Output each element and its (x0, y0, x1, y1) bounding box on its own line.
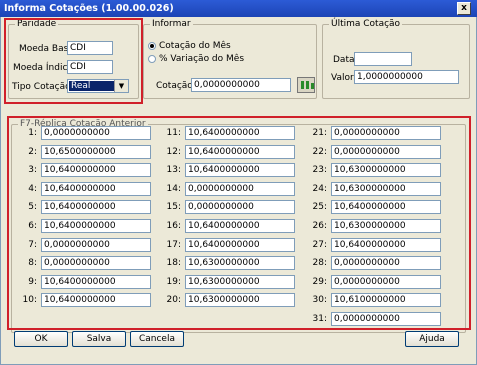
day-value-input[interactable]: 0,0000000000 (41, 237, 151, 252)
day-value-input[interactable]: 0,0000000000 (185, 181, 295, 196)
day-value-input[interactable]: 10,6400000000 (185, 237, 295, 252)
chevron-down-icon[interactable]: ▼ (114, 80, 128, 92)
day-number-label: 27: (312, 239, 327, 250)
day-value-input[interactable]: 10,6400000000 (331, 237, 441, 252)
day-value-input[interactable]: 0,0000000000 (331, 312, 441, 326)
day-value-input[interactable]: 10,6300000000 (331, 219, 441, 233)
ultima-cotacao-legend: Última Cotação (331, 19, 401, 29)
day-number-label: 2: (28, 146, 37, 157)
day-number-label: 23: (312, 165, 327, 176)
day-number-label: 16: (166, 221, 181, 231)
day-value-input[interactable]: 0,0000000000 (331, 274, 441, 289)
valor-label: Valor: (331, 73, 357, 83)
day-number-label: 14: (166, 183, 181, 194)
day-value-input[interactable]: 10,6400000000 (185, 144, 295, 159)
day-number-label: 6: (28, 221, 37, 231)
day-value-input[interactable]: 10,6400000000 (41, 200, 151, 215)
day-value-input[interactable]: 0,0000000000 (331, 126, 441, 140)
day-number-label: 24: (312, 183, 327, 194)
salva-button[interactable]: Salva (72, 331, 126, 347)
day-number-label: 26: (312, 221, 327, 231)
day-value-input[interactable]: 10,6300000000 (185, 274, 295, 289)
tipo-cotacao-label: Tipo Cotação: (12, 82, 74, 92)
ajuda-button[interactable]: Ajuda (405, 331, 459, 347)
day-number-label: 3: (28, 165, 37, 176)
day-value-input[interactable]: 10,6300000000 (185, 256, 295, 271)
window-title: Informa Cotações (1.00.00.026) (4, 3, 174, 14)
day-number-label: 15: (166, 202, 181, 213)
day-value-input[interactable]: 10,6500000000 (41, 144, 151, 159)
day-number-label: 29: (312, 276, 327, 287)
day-value-input[interactable]: 0,0000000000 (331, 144, 441, 159)
title-bar: Informa Cotações (1.00.00.026) x (0, 0, 477, 17)
day-value-input[interactable]: 10,6400000000 (41, 181, 151, 196)
day-value-input[interactable]: 10,6400000000 (41, 163, 151, 178)
day-value-input[interactable]: 0,0000000000 (331, 256, 441, 271)
day-number-label: 13: (166, 165, 181, 176)
day-value-input[interactable]: 0,0000000000 (41, 256, 151, 271)
informar-legend: Informar (152, 19, 191, 29)
day-number-label: 25: (312, 202, 327, 213)
day-value-input[interactable]: 10,6400000000 (185, 163, 295, 178)
data-input[interactable] (354, 52, 412, 66)
moeda-base-input[interactable]: CDI (67, 41, 113, 55)
cotacao-label: Cotação: (156, 81, 196, 91)
day-value-input[interactable]: 10,6400000000 (41, 293, 151, 308)
day-number-label: 5: (28, 202, 37, 213)
radio-cotacao-mes-label[interactable]: Cotação do Mês (159, 41, 231, 51)
day-number-label: 7: (28, 239, 37, 250)
cotacao-input[interactable]: 0,0000000000 (191, 78, 291, 92)
day-value-input[interactable]: 10,6400000000 (185, 219, 295, 233)
day-value-input[interactable]: 10,6400000000 (41, 274, 151, 289)
day-number-label: 21: (312, 128, 327, 138)
day-number-label: 20: (166, 295, 181, 306)
day-number-label: 11: (166, 128, 181, 138)
radio-variacao-mes[interactable] (148, 55, 156, 63)
calculator-button[interactable] (297, 77, 315, 93)
day-number-label: 19: (166, 276, 181, 287)
ok-button[interactable]: OK (14, 331, 68, 347)
valor-input[interactable]: 1,0000000000 (354, 70, 459, 84)
day-number-label: 12: (166, 146, 181, 157)
tipo-cotacao-value: Real (69, 81, 114, 91)
day-number-label: 22: (312, 146, 327, 157)
day-number-label: 17: (166, 239, 181, 250)
radio-variacao-mes-label[interactable]: % Variação do Mês (159, 54, 244, 64)
cancela-button[interactable]: Cancela (130, 331, 184, 347)
day-value-input[interactable]: 10,6300000000 (331, 163, 441, 178)
day-value-input[interactable]: 10,6400000000 (41, 219, 151, 233)
day-number-label: 18: (166, 258, 181, 269)
day-number-label: 8: (28, 258, 37, 269)
day-value-input[interactable]: 10,6300000000 (331, 181, 441, 196)
paridade-legend: Paridade (17, 19, 57, 29)
day-number-label: 1: (28, 128, 37, 138)
day-value-input[interactable]: 10,6300000000 (185, 293, 295, 308)
day-number-label: 10: (22, 295, 37, 306)
tipo-cotacao-select[interactable]: Real ▼ (67, 79, 129, 93)
day-number-label: 31: (312, 314, 327, 324)
close-button[interactable]: x (457, 2, 471, 15)
day-number-label: 30: (312, 295, 327, 306)
close-icon: x (461, 3, 467, 13)
day-value-input[interactable]: 10,6400000000 (331, 200, 441, 215)
day-value-input[interactable]: 0,0000000000 (41, 126, 151, 140)
day-number-label: 9: (28, 276, 37, 287)
dialog-body: Paridade Moeda Base: CDI Moeda Índice: C… (0, 17, 477, 365)
day-value-input[interactable]: 10,6100000000 (331, 293, 441, 308)
radio-cotacao-mes[interactable] (148, 42, 156, 50)
day-value-input[interactable]: 0,0000000000 (185, 200, 295, 215)
day-number-label: 28: (312, 258, 327, 269)
day-value-input[interactable]: 10,6400000000 (185, 126, 295, 140)
day-number-label: 4: (28, 183, 37, 194)
moeda-indice-input[interactable]: CDI (67, 60, 113, 74)
